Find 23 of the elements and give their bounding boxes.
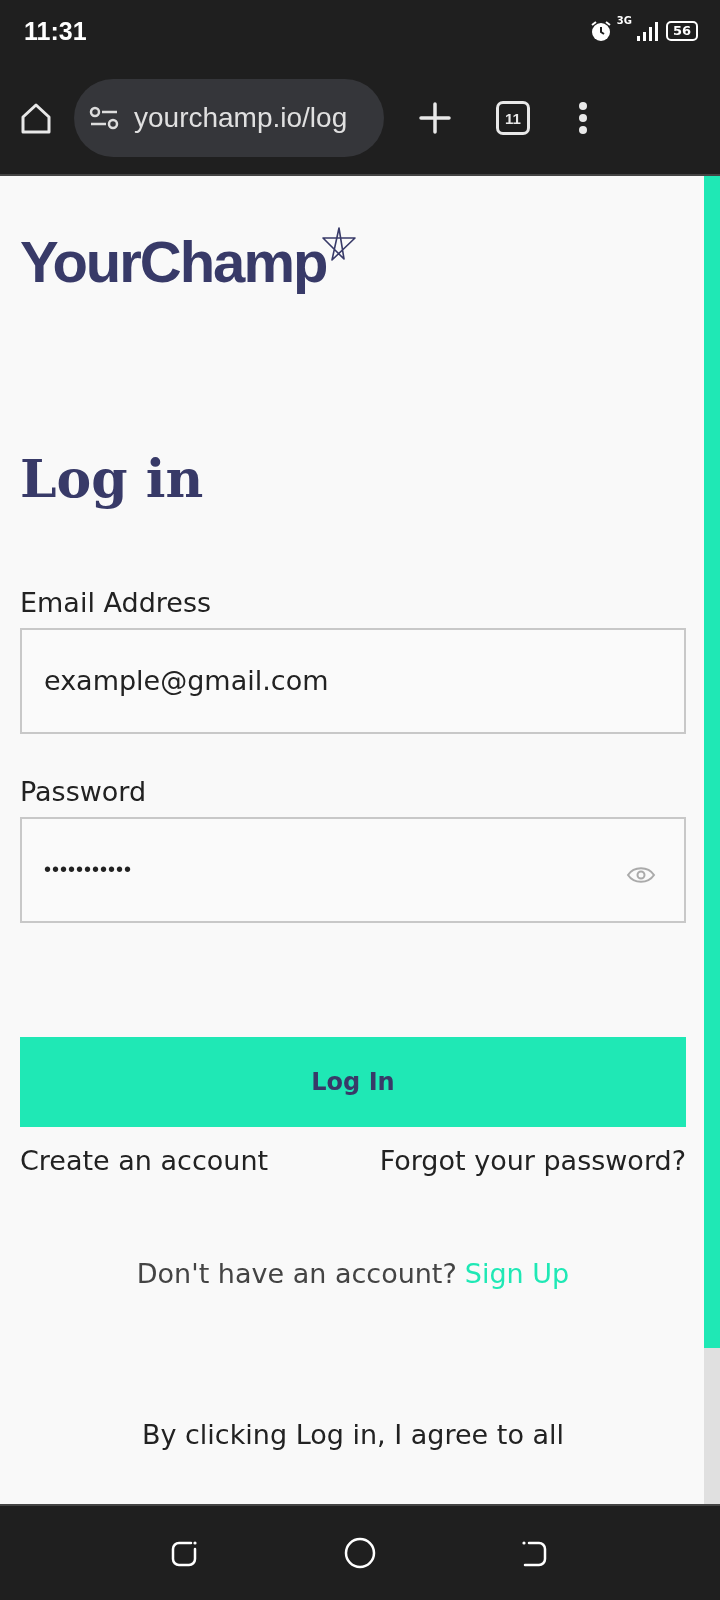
battery-level: 56 [665,21,698,41]
email-field[interactable]: example@gmail.com [20,628,686,734]
tab-count-button[interactable]: 11 [496,101,530,135]
site-settings-icon [88,104,120,132]
forgot-password-link[interactable]: Forgot your password? [379,1145,686,1176]
network-type: 3G [616,15,632,26]
field-label: Email Address [20,587,213,618]
login-button[interactable]: Log In [20,1037,686,1127]
address-bar[interactable]: yourchamp.io/log [74,79,384,157]
terms-text: By clicking Log in, I agree to all [140,1419,566,1450]
menu-icon [578,101,588,135]
circle-icon [343,1536,377,1570]
create-account-link[interactable]: Create an account [20,1145,269,1176]
field-label: Password [20,776,148,807]
signup-prompt: Don't have an account? [136,1258,457,1289]
logo-text: YourChamp [20,230,327,294]
plus-icon [418,101,452,135]
password-field[interactable]: ••••••••••• [20,817,686,923]
signal-icon [635,20,658,42]
status-time: 11:31 [24,16,87,46]
url-text: yourchamp.io/log [134,102,348,134]
eye-icon [626,865,656,885]
page-heading: Log in [20,449,205,507]
